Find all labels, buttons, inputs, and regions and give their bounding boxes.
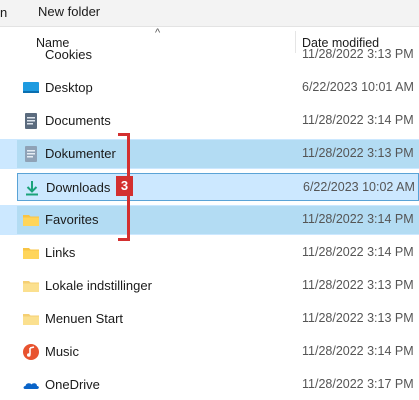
file-row-lokale-indstillinger[interactable]: Lokale indstillinger 11/28/2022 3:13 PM bbox=[0, 271, 419, 301]
file-name: Menuen Start bbox=[45, 311, 124, 326]
file-row-dokumenter[interactable]: Dokumenter 11/28/2022 3:13 PM bbox=[0, 139, 419, 169]
file-name: Downloads bbox=[46, 180, 111, 195]
row-content: Lokale indstillinger 11/28/2022 3:13 PM bbox=[17, 272, 419, 300]
row-content: Desktop 6/22/2023 10:01 AM bbox=[17, 74, 419, 102]
folder-shortcut-icon bbox=[23, 314, 39, 325]
file-date: 11/28/2022 3:13 PM bbox=[302, 47, 414, 61]
file-date: 11/28/2022 3:13 PM bbox=[302, 146, 414, 160]
file-name: Links bbox=[45, 245, 76, 260]
file-row-documents[interactable]: Documents 11/28/2022 3:14 PM bbox=[0, 106, 419, 136]
row-content: Menuen Start 11/28/2022 3:13 PM bbox=[17, 305, 419, 333]
file-date: 11/28/2022 3:17 PM bbox=[302, 377, 414, 391]
file-row-favorites[interactable]: Favorites 11/28/2022 3:14 PM bbox=[0, 205, 419, 235]
document-icon bbox=[25, 113, 37, 129]
file-name: Cookies bbox=[45, 47, 92, 62]
toolbar-partial-label: n bbox=[0, 5, 8, 20]
annotation-step-badge: 3 bbox=[116, 176, 133, 196]
file-row-menuen-start[interactable]: Menuen Start 11/28/2022 3:13 PM bbox=[0, 304, 419, 334]
sort-ascending-icon: ^ bbox=[155, 27, 161, 39]
file-date: 11/28/2022 3:14 PM bbox=[302, 344, 414, 358]
desktop-icon bbox=[23, 82, 39, 93]
file-name: Dokumenter bbox=[45, 146, 116, 161]
download-icon bbox=[26, 181, 38, 196]
file-row-downloads[interactable]: Downloads 6/22/2023 10:02 AM bbox=[0, 172, 419, 202]
file-date: 6/22/2023 10:01 AM bbox=[302, 80, 414, 94]
file-date: 6/22/2023 10:02 AM bbox=[303, 180, 415, 194]
file-name: Desktop bbox=[45, 80, 93, 95]
file-date: 11/28/2022 3:14 PM bbox=[302, 113, 414, 127]
row-content: Documents 11/28/2022 3:14 PM bbox=[17, 107, 419, 135]
row-content: Links 11/28/2022 3:14 PM bbox=[17, 239, 419, 267]
file-name: Music bbox=[45, 344, 79, 359]
file-name: Lokale indstillinger bbox=[45, 278, 152, 293]
new-folder-button[interactable]: New folder bbox=[36, 3, 102, 21]
file-date: 11/28/2022 3:13 PM bbox=[302, 311, 414, 325]
onedrive-icon bbox=[23, 383, 39, 389]
file-date: 11/28/2022 3:13 PM bbox=[302, 278, 414, 292]
file-date: 11/28/2022 3:14 PM bbox=[302, 245, 414, 259]
document-shortcut-icon bbox=[25, 146, 37, 162]
folder-shortcut-icon bbox=[23, 281, 39, 292]
row-content: Music 11/28/2022 3:14 PM bbox=[17, 338, 419, 366]
file-name: Documents bbox=[45, 113, 111, 128]
row-content: Favorites 11/28/2022 3:14 PM bbox=[17, 206, 419, 234]
file-date: 11/28/2022 3:14 PM bbox=[302, 212, 414, 226]
file-row-links[interactable]: Links 11/28/2022 3:14 PM bbox=[0, 238, 419, 268]
command-bar: n New folder bbox=[0, 0, 419, 27]
row-content: Downloads 6/22/2023 10:02 AM bbox=[17, 173, 419, 201]
music-icon bbox=[23, 344, 39, 360]
file-row-music[interactable]: Music 11/28/2022 3:14 PM bbox=[0, 337, 419, 367]
folder-icon bbox=[23, 215, 39, 226]
row-content: Dokumenter 11/28/2022 3:13 PM bbox=[17, 140, 419, 168]
column-divider[interactable] bbox=[295, 31, 296, 53]
file-row-desktop[interactable]: Desktop 6/22/2023 10:01 AM bbox=[0, 73, 419, 103]
file-name: Favorites bbox=[45, 212, 99, 227]
row-content: OneDrive 11/28/2022 3:17 PM bbox=[17, 371, 419, 399]
file-name: OneDrive bbox=[45, 377, 100, 392]
folder-icon bbox=[23, 248, 39, 259]
